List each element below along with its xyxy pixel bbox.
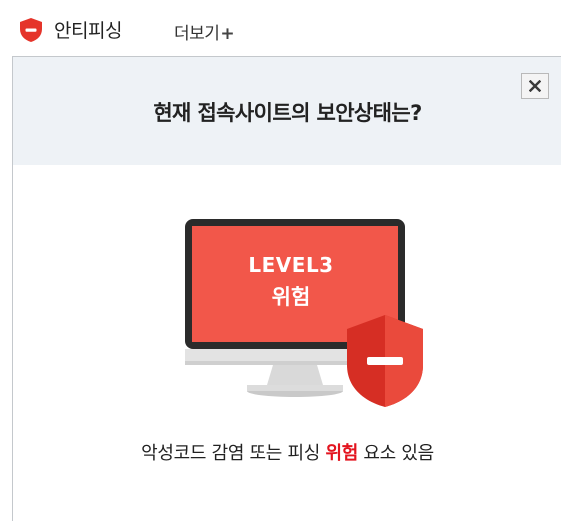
close-icon xyxy=(529,80,541,92)
status-message: 악성코드 감염 또는 피싱 위험 요소 있음 xyxy=(13,439,561,465)
screen-text: LEVEL3 위험 xyxy=(187,253,395,311)
danger-shield-icon xyxy=(347,315,423,407)
minus-shield-icon xyxy=(20,18,42,42)
panel-headline: 현재 접속사이트의 보안상태는? xyxy=(153,101,422,125)
message-suffix: 요소 있음 xyxy=(357,443,434,464)
panel-header: 현재 접속사이트의 보안상태는? xyxy=(13,57,561,165)
plus-icon: + xyxy=(220,24,235,44)
anti-phishing-window: 안티피싱 더보기+ 현재 접속사이트의 보안상태는? LEVEL3 위험 악성코… xyxy=(0,0,561,521)
tab-title[interactable]: 안티피싱 xyxy=(54,16,122,43)
close-button[interactable] xyxy=(521,73,549,99)
more-button[interactable]: 더보기+ xyxy=(174,19,235,44)
security-risk-label: 위험 xyxy=(271,285,311,309)
security-status-panel: 현재 접속사이트의 보안상태는? LEVEL3 위험 악성코드 감염 또는 피싱… xyxy=(12,56,561,521)
more-label: 더보기 xyxy=(174,24,220,44)
message-danger: 위험 xyxy=(325,443,358,464)
security-level: LEVEL3 xyxy=(248,253,334,277)
message-prefix: 악성코드 감염 또는 피싱 xyxy=(141,443,326,464)
tab-bar: 안티피싱 더보기+ xyxy=(0,0,561,56)
